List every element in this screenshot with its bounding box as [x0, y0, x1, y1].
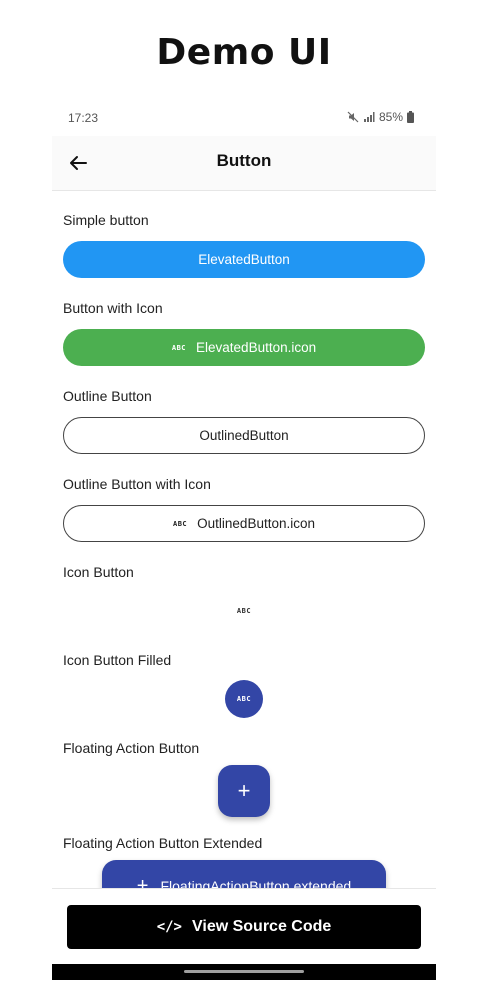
label-floating-action-button-extended: Floating Action Button Extended — [63, 835, 263, 851]
status-bar: 17:23 85% — [52, 100, 436, 136]
outlined-button[interactable]: OutlinedButton — [63, 417, 425, 454]
icon-button[interactable]: ABC — [226, 599, 262, 623]
home-indicator[interactable] — [184, 970, 304, 973]
label-button-with-icon: Button with Icon — [63, 300, 163, 316]
abc-icon: ABC — [236, 695, 252, 703]
label-simple-button: Simple button — [63, 212, 149, 228]
abc-icon: ABC — [171, 343, 187, 352]
outlined-icon-button[interactable]: ABC OutlinedButton.icon — [63, 505, 425, 542]
label-outline-button: Outline Button — [63, 388, 152, 404]
status-icons: 85% — [347, 110, 414, 124]
icon-button-filled[interactable]: ABC — [225, 680, 263, 718]
plus-icon: + — [136, 874, 149, 889]
elevated-icon-button[interactable]: ABC ElevatedButton.icon — [63, 329, 425, 366]
view-source-code-label: View Source Code — [191, 918, 332, 935]
floating-action-button-extended-label: FloatingActionButton.extended — [160, 878, 352, 888]
signal-icon — [363, 111, 375, 123]
plus-icon: + — [237, 778, 251, 803]
app-bar: Button — [52, 136, 436, 191]
mute-icon — [347, 111, 359, 123]
view-source-code-button[interactable]: </> View Source Code — [67, 905, 421, 949]
system-nav-bar — [52, 964, 436, 980]
status-time: 17:23 — [68, 111, 99, 125]
label-icon-button: Icon Button — [63, 564, 134, 580]
floating-action-button[interactable]: + — [218, 765, 270, 817]
page-title: Demo UI — [156, 32, 332, 73]
label-outline-button-with-icon: Outline Button with Icon — [63, 476, 211, 492]
elevated-button-label: ElevatedButton — [198, 252, 290, 267]
app-bar-title: Button — [216, 151, 272, 170]
bottom-bar: </> View Source Code — [52, 888, 436, 965]
elevated-icon-button-label: ElevatedButton.icon — [196, 340, 317, 355]
battery-icon — [407, 111, 414, 123]
code-icon: </> — [156, 919, 182, 935]
label-floating-action-button: Floating Action Button — [63, 740, 200, 756]
abc-icon: ABC — [173, 519, 188, 528]
content-scroll[interactable]: Simple button ElevatedButton Button with… — [52, 191, 436, 888]
floating-action-button-extended[interactable]: + FloatingActionButton.extended — [102, 860, 386, 888]
outlined-icon-button-label: OutlinedButton.icon — [197, 516, 315, 531]
label-icon-button-filled: Icon Button Filled — [63, 652, 172, 668]
outlined-button-label: OutlinedButton — [199, 428, 289, 443]
battery-percent: 85% — [378, 110, 403, 124]
abc-icon: ABC — [236, 607, 252, 615]
phone-screen: 17:23 85% Button Simple button ElevatedB… — [52, 100, 436, 980]
elevated-button[interactable]: ElevatedButton — [63, 241, 425, 278]
